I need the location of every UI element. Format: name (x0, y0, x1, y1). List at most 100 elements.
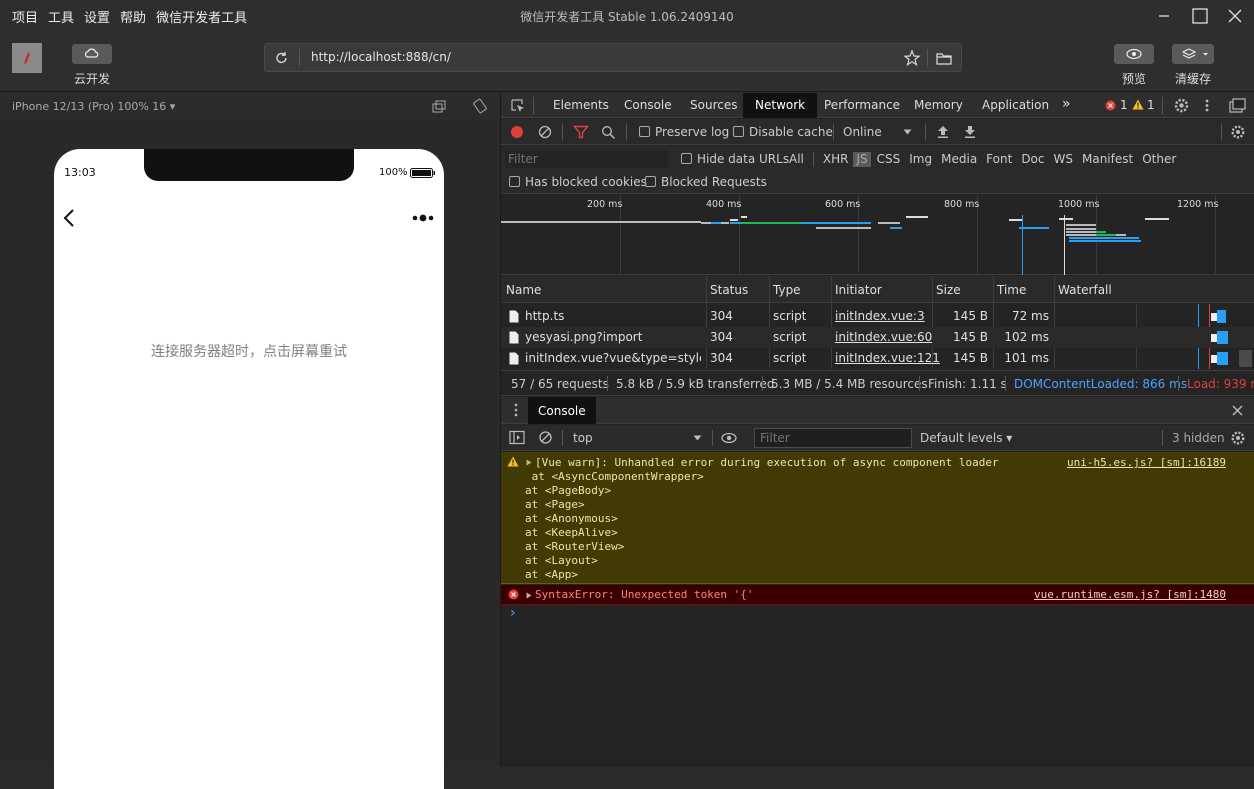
log-levels-select[interactable]: Default levels ▾ (920, 431, 1012, 445)
clear-console-icon[interactable] (538, 430, 553, 445)
table-row[interactable]: http.ts 304 script initIndex.vue:3 145 B… (501, 306, 1254, 327)
settings-gear-icon[interactable] (1173, 97, 1190, 114)
menu-item-project[interactable]: 项目 (12, 7, 38, 26)
filter-css[interactable]: CSS (877, 152, 901, 167)
timeline-tick: 1200 ms (1177, 199, 1219, 210)
filter-manifest[interactable]: Manifest (1082, 152, 1133, 167)
filter-other[interactable]: Other (1142, 152, 1176, 167)
network-filter-input[interactable] (505, 150, 668, 168)
filter-img[interactable]: Img (909, 152, 932, 167)
drawer-tab-console[interactable]: Console (528, 397, 596, 424)
menu-item-tools[interactable]: 工具 (48, 7, 74, 26)
summary-requests: 57 / 65 requests (511, 377, 609, 391)
filter-doc[interactable]: Doc (1021, 152, 1044, 167)
menu-item-settings[interactable]: 设置 (84, 7, 110, 26)
blocked-requests-checkbox[interactable]: Blocked Requests (645, 175, 767, 189)
expand-triangle-icon[interactable] (526, 459, 532, 466)
timeout-message[interactable]: 连接服务器超时，点击屏幕重试 (54, 341, 444, 361)
column-name[interactable]: Name (506, 283, 541, 297)
close-drawer-icon[interactable] (1231, 404, 1244, 417)
live-expression-eye-icon[interactable] (720, 431, 738, 445)
warning-line: [Vue warn]: Unhandled error during execu… (535, 456, 999, 469)
more-tabs-icon[interactable]: » (1062, 96, 1071, 112)
rotate-icon[interactable] (472, 98, 488, 114)
table-row[interactable]: yesyasi.png?import 304 script initIndex.… (501, 327, 1254, 348)
console-settings-icon[interactable] (1230, 430, 1246, 446)
filter-font[interactable]: Font (986, 152, 1012, 167)
filter-ws[interactable]: WS (1054, 152, 1073, 167)
kebab-menu-icon[interactable] (1203, 97, 1211, 114)
tab-sources[interactable]: Sources (690, 98, 737, 112)
star-icon[interactable] (903, 49, 921, 67)
inspect-icon[interactable] (509, 97, 527, 115)
column-size[interactable]: Size (936, 283, 961, 297)
filter-funnel-icon[interactable] (573, 125, 589, 139)
cloud-dev-button[interactable] (72, 44, 112, 64)
disable-cache-checkbox[interactable]: Disable cache (733, 125, 833, 139)
back-icon[interactable] (60, 207, 80, 229)
address-bar[interactable]: http://localhost:888/cn/ (264, 43, 962, 72)
column-type[interactable]: Type (773, 283, 801, 297)
minimize-button[interactable] (1153, 5, 1175, 27)
table-row[interactable]: initIndex.vue?vue&type=style&... 304 scr… (501, 348, 1254, 369)
maximize-button[interactable] (1189, 5, 1211, 27)
tab-console[interactable]: Console (624, 98, 672, 112)
console-input[interactable] (521, 607, 1241, 625)
sidebar-toggle-icon[interactable] (509, 430, 525, 445)
network-settings-icon[interactable] (1230, 124, 1246, 140)
row-initiator-link[interactable]: initIndex.vue:3 (835, 309, 925, 323)
filter-xhr[interactable]: XHR (823, 152, 849, 167)
close-window-button[interactable] (1224, 5, 1246, 27)
column-initiator[interactable]: Initiator (835, 283, 882, 297)
url-text[interactable]: http://localhost:888/cn/ (311, 50, 451, 64)
context-select[interactable]: top (573, 431, 593, 445)
search-icon[interactable] (601, 125, 616, 140)
more-icon[interactable] (410, 212, 436, 224)
tab-elements[interactable]: Elements (553, 98, 609, 112)
download-icon[interactable] (963, 124, 977, 139)
menu-item-wechat-devtools[interactable]: 微信开发者工具 (156, 7, 247, 26)
column-status[interactable]: Status (710, 283, 748, 297)
tab-performance[interactable]: Performance (824, 98, 900, 112)
preserve-log-checkbox[interactable]: Preserve log (639, 125, 729, 139)
warning-source-link[interactable]: uni-h5.es.js? [sm]:16189 (1067, 456, 1226, 469)
clear-icon[interactable] (538, 125, 552, 139)
tab-network[interactable]: Network (743, 93, 818, 118)
column-waterfall[interactable]: Waterfall (1058, 283, 1112, 297)
battery-percent: 100% (379, 167, 408, 178)
clear-cache-button[interactable] (1172, 44, 1214, 64)
has-blocked-cookies-checkbox[interactable]: Has blocked cookies (509, 175, 647, 189)
row-initiator-link[interactable]: initIndex.vue:60 (835, 330, 932, 344)
console-error-message[interactable]: SyntaxError: Unexpected token '{' vue.ru… (501, 585, 1254, 605)
error-source-link[interactable]: vue.runtime.esm.js? [sm]:1480 (1034, 588, 1226, 601)
warning-count-icon[interactable] (1132, 99, 1144, 110)
record-icon[interactable] (510, 125, 524, 139)
console-warning-message[interactable]: [Vue warn]: Unhandled error during execu… (501, 452, 1254, 584)
filter-media[interactable]: Media (941, 152, 977, 167)
network-overview-timeline[interactable]: 200 ms 400 ms 600 ms 800 ms 1000 ms 1200… (501, 195, 1254, 275)
column-time[interactable]: Time (997, 283, 1026, 297)
tab-application[interactable]: Application (982, 98, 1049, 112)
scrollbar-thumb[interactable] (1239, 350, 1252, 367)
avatar[interactable] (12, 43, 42, 73)
tab-memory[interactable]: Memory (914, 98, 963, 112)
phone-screen[interactable]: 13:03 100% 连接服务器超时，点击屏幕重试 (54, 149, 444, 789)
popout-icon[interactable] (431, 99, 447, 115)
expand-triangle-icon[interactable] (526, 592, 532, 599)
error-count-icon[interactable] (1105, 100, 1116, 111)
throttle-select[interactable]: Online (843, 125, 882, 139)
warning-icon (507, 456, 519, 467)
filter-js[interactable]: JS (853, 152, 871, 167)
menu-item-help[interactable]: 帮助 (120, 7, 146, 26)
preview-button[interactable] (1114, 44, 1154, 64)
refresh-icon[interactable] (274, 50, 290, 66)
drawer-menu-icon[interactable] (513, 402, 519, 418)
dock-icon[interactable] (1228, 97, 1246, 114)
console-filter-input[interactable] (754, 428, 912, 448)
upload-icon[interactable] (936, 124, 950, 139)
folder-icon[interactable] (935, 50, 953, 66)
device-selector[interactable]: iPhone 12/13 (Pro) 100% 16 ▾ (12, 100, 175, 113)
row-initiator-link[interactable]: initIndex.vue:121 (835, 351, 940, 365)
hide-data-urls-checkbox[interactable]: Hide data URLs (681, 152, 789, 166)
filter-all[interactable]: All (789, 152, 804, 167)
